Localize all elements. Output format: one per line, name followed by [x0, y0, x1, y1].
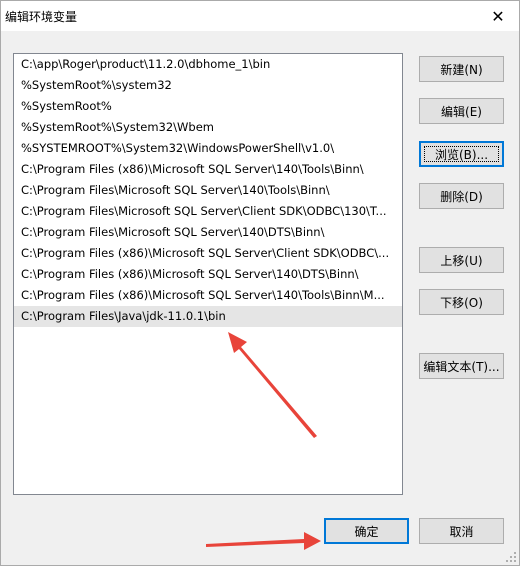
path-list-item[interactable]: C:\Program Files\Microsoft SQL Server\14…: [14, 222, 402, 243]
close-button[interactable]: ✕: [485, 3, 511, 29]
close-icon: ✕: [491, 6, 505, 26]
path-list-item[interactable]: %SystemRoot%\system32: [14, 75, 402, 96]
path-list-item[interactable]: %SYSTEMROOT%\System32\WindowsPowerShell\…: [14, 138, 402, 159]
path-list-item[interactable]: C:\Program Files\Microsoft SQL Server\Cl…: [14, 201, 402, 222]
delete-button[interactable]: 删除(D): [419, 183, 504, 209]
ok-button[interactable]: 确定: [324, 518, 409, 544]
path-list[interactable]: C:\app\Roger\product\11.2.0\dbhome_1\bin…: [13, 53, 403, 495]
path-list-item[interactable]: C:\Program Files (x86)\Microsoft SQL Ser…: [14, 243, 402, 264]
resize-grip-icon[interactable]: [505, 551, 517, 563]
path-list-item[interactable]: C:\Program Files (x86)\Microsoft SQL Ser…: [14, 264, 402, 285]
edit-button[interactable]: 编辑(E): [419, 98, 504, 124]
path-list-item[interactable]: C:\Program Files (x86)\Microsoft SQL Ser…: [14, 159, 402, 180]
edit-text-button[interactable]: 编辑文本(T)...: [419, 353, 504, 379]
browse-button[interactable]: 浏览(B)...: [419, 141, 504, 167]
move-up-button[interactable]: 上移(U): [419, 247, 504, 273]
dialog-title: 编辑环境变量: [5, 10, 78, 24]
path-list-item[interactable]: %SystemRoot%\System32\Wbem: [14, 117, 402, 138]
path-list-item[interactable]: %SystemRoot%: [14, 96, 402, 117]
edit-env-var-dialog: 编辑环境变量 ✕ C:\app\Roger\product\11.2.0\dbh…: [0, 0, 520, 566]
path-list-item[interactable]: C:\Program Files\Java\jdk-11.0.1\bin: [14, 306, 402, 327]
browse-button-label: 浏览(B)...: [434, 147, 489, 162]
move-down-button[interactable]: 下移(O): [419, 289, 504, 315]
cancel-button[interactable]: 取消: [419, 518, 504, 544]
annotation-arrow-to-ok-button: [206, 532, 321, 550]
path-list-item[interactable]: C:\Program Files (x86)\Microsoft SQL Ser…: [14, 285, 402, 306]
path-list-item[interactable]: C:\app\Roger\product\11.2.0\dbhome_1\bin: [14, 54, 402, 75]
path-list-item[interactable]: C:\Program Files\Microsoft SQL Server\14…: [14, 180, 402, 201]
new-button[interactable]: 新建(N): [419, 56, 504, 82]
title-bar[interactable]: 编辑环境变量 ✕: [1, 1, 519, 31]
